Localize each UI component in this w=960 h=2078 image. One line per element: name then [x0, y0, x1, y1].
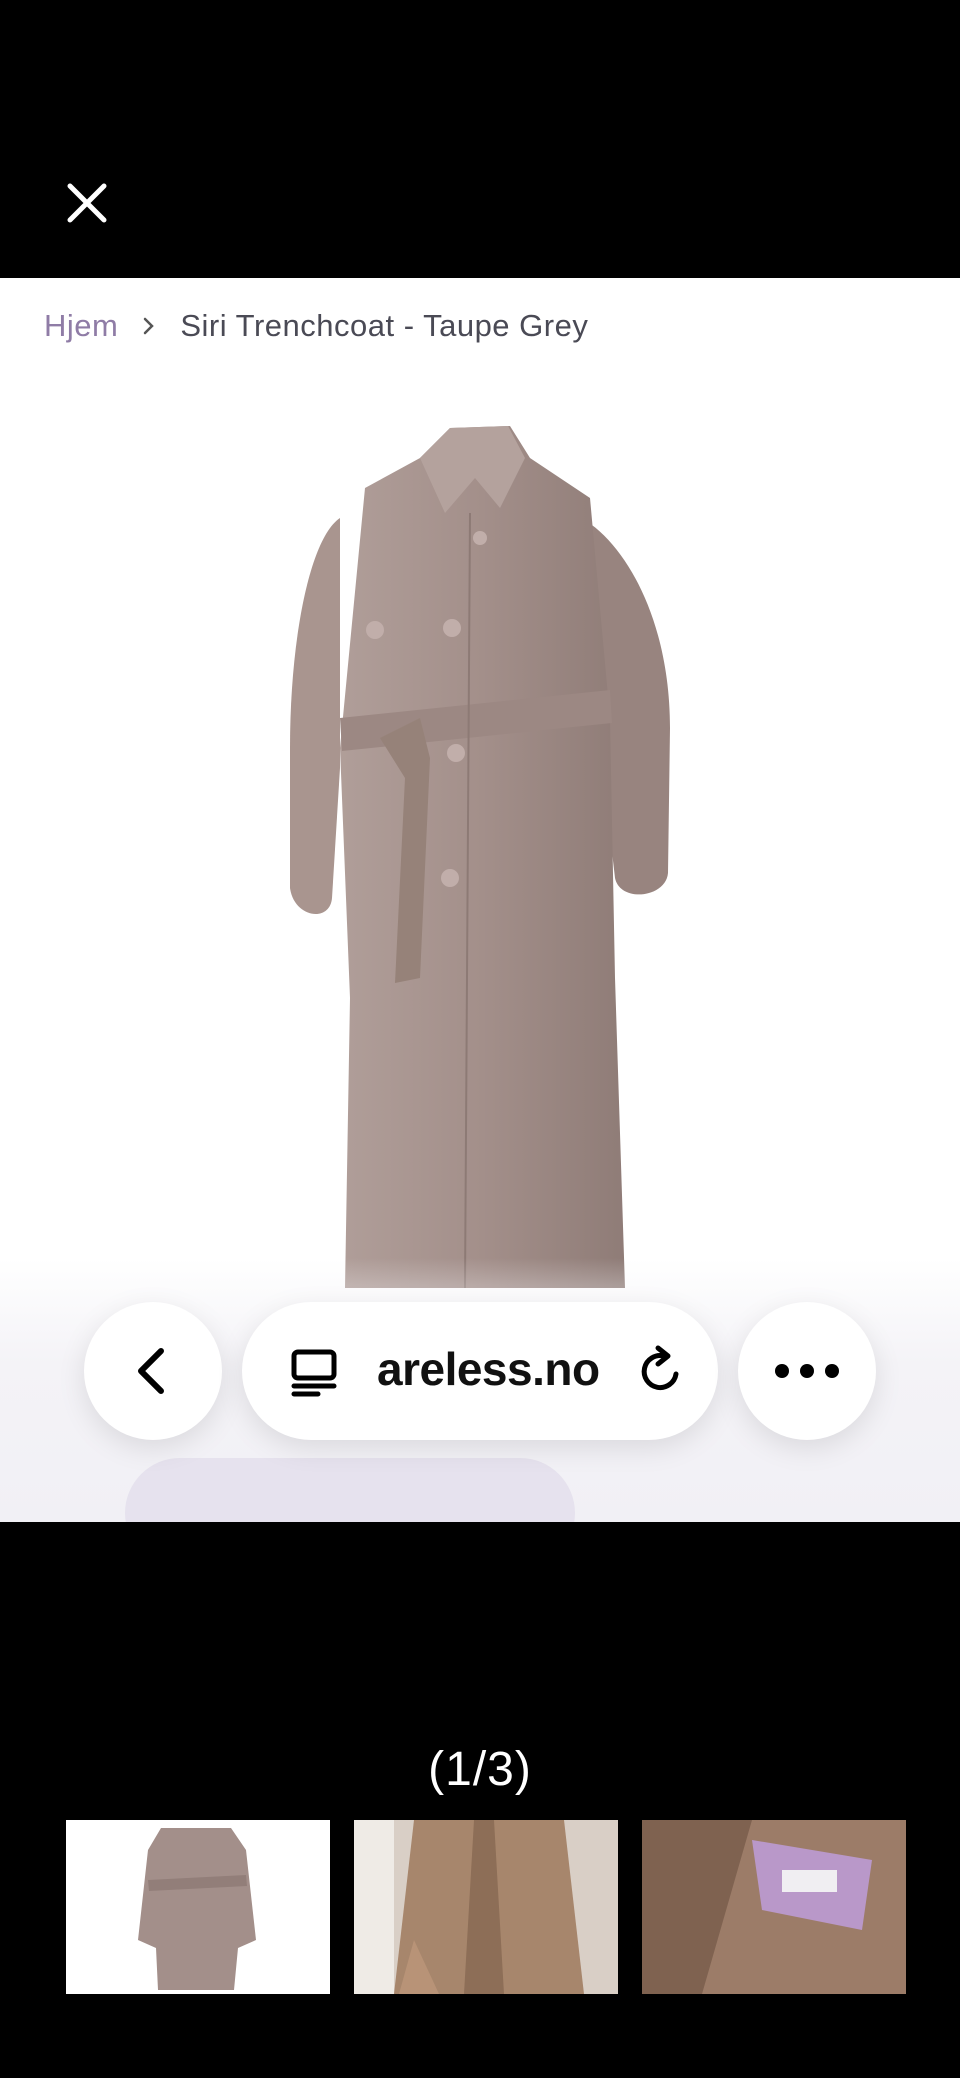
- more-button[interactable]: [738, 1302, 876, 1440]
- thumbnail-2[interactable]: [354, 1820, 618, 1994]
- image-counter: (1/3): [428, 1743, 532, 1796]
- add-to-cart-button-obscured: [125, 1458, 575, 1522]
- tabs-icon[interactable]: [286, 1344, 342, 1400]
- thumbnail-coat-hanging: [354, 1820, 618, 1994]
- url-text: areless.no: [377, 1343, 600, 1395]
- back-button[interactable]: [84, 1302, 222, 1440]
- reload-icon[interactable]: [634, 1344, 688, 1398]
- close-icon[interactable]: [62, 178, 112, 228]
- breadcrumb-home-link[interactable]: Hjem: [44, 308, 118, 344]
- address-bar[interactable]: areless.no: [242, 1302, 718, 1440]
- breadcrumb-current: Siri Trenchcoat - Taupe Grey: [180, 308, 589, 343]
- product-image[interactable]: [270, 418, 690, 1298]
- chevron-right-icon: [144, 317, 155, 335]
- viewer-footer: [0, 1522, 960, 2078]
- thumbnail-1[interactable]: [66, 1820, 330, 1994]
- thumbnail-coat-front: [138, 1828, 256, 1990]
- thumbnail-3[interactable]: [642, 1820, 906, 1994]
- thumbnail-coat-detail: [642, 1820, 906, 1994]
- page-screenshot: Hjem Siri Trenchcoat - Taupe Grey areles…: [0, 278, 960, 1522]
- viewer-header: [0, 0, 960, 278]
- breadcrumb: Hjem Siri Trenchcoat - Taupe Grey: [44, 308, 588, 344]
- more-icon: [775, 1364, 839, 1378]
- chevron-left-icon: [138, 1348, 164, 1394]
